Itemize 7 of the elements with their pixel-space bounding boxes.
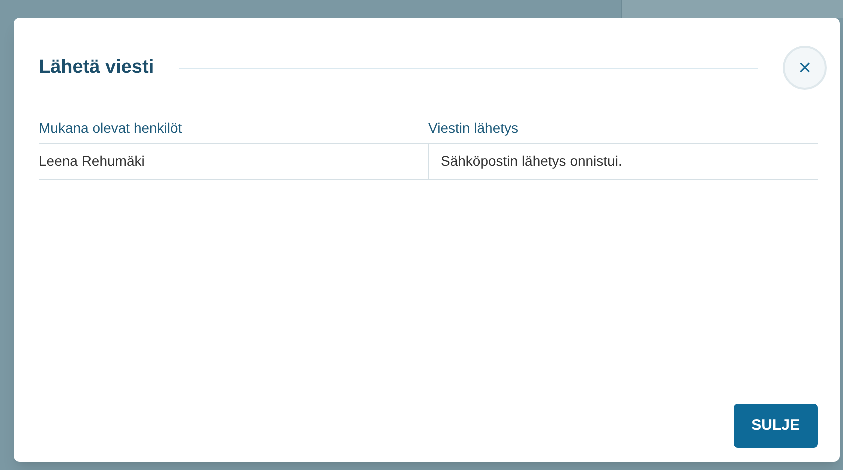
table-cell: Sähköpostin lähetys onnistui.: [428, 144, 818, 180]
close-button[interactable]: ×: [783, 46, 827, 90]
column-header: Mukana olevat henkilöt: [39, 114, 428, 144]
column-header: Viestin lähetys: [428, 114, 818, 144]
table-cell: Leena Rehumäki: [39, 144, 428, 180]
dialog-title: Lähetä viesti: [39, 56, 154, 80]
close-dialog-button[interactable]: SULJE: [734, 404, 818, 448]
